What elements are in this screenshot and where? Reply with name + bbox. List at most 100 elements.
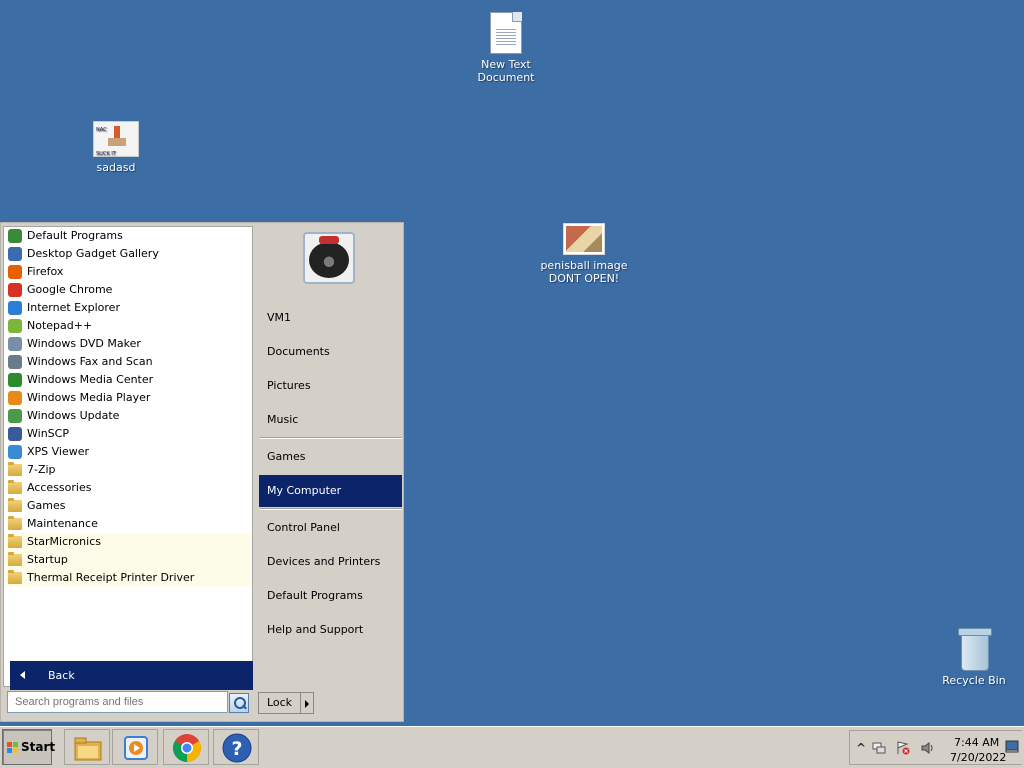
- program-label: XPS Viewer: [27, 445, 90, 458]
- program-item-desktop-gadget-gallery[interactable]: Desktop Gadget Gallery: [4, 245, 252, 263]
- start-menu-item-control-panel[interactable]: Control Panel: [259, 512, 402, 544]
- program-item-windows-update[interactable]: Windows Update: [4, 407, 252, 425]
- program-item-default-programs[interactable]: Default Programs: [4, 227, 252, 245]
- media-player-icon: [8, 391, 22, 405]
- start-menu-item-pictures[interactable]: Pictures: [259, 370, 402, 402]
- thumbnail-text-bottom: SUCK IT: [96, 151, 116, 157]
- program-item-google-chrome[interactable]: Google Chrome: [4, 281, 252, 299]
- program-label: Games: [27, 499, 66, 512]
- taskbar-chrome-button[interactable]: [163, 729, 209, 765]
- desktop-icon-penisball-image[interactable]: penisball image DONT OPEN!: [536, 223, 632, 285]
- start-menu-item-vm1[interactable]: VM1: [259, 302, 402, 334]
- desktop-icon-recycle-bin[interactable]: Recycle Bin: [926, 626, 1022, 687]
- start-menu-item-music[interactable]: Music: [259, 404, 402, 436]
- program-label: StarMicronics: [27, 535, 101, 548]
- action-center-icon[interactable]: [896, 741, 910, 755]
- chrome-icon: [173, 734, 201, 762]
- start-button[interactable]: Start: [2, 729, 56, 765]
- program-item-windows-media-center[interactable]: Windows Media Center: [4, 371, 252, 389]
- start-label: Start: [21, 740, 56, 754]
- image-thumbnail-icon: NAC SUCK IT: [93, 121, 139, 157]
- xps-viewer-icon: [8, 445, 22, 459]
- start-menu-item-documents[interactable]: Documents: [259, 336, 402, 368]
- program-label: Notepad++: [27, 319, 93, 332]
- program-label: Accessories: [27, 481, 92, 494]
- search-button[interactable]: [229, 693, 249, 713]
- program-label: Thermal Receipt Printer Driver: [27, 571, 195, 584]
- folder-icon: [8, 552, 22, 566]
- places-pane: VM1 Documents Pictures Music Games My Compute…: [256, 223, 403, 687]
- user-picture[interactable]: [303, 232, 355, 284]
- program-label: Default Programs: [27, 229, 123, 242]
- dvd-maker-icon: [8, 337, 22, 351]
- desktop-icon-label: New Text Document: [477, 58, 535, 84]
- program-label: Windows Media Center: [27, 373, 154, 386]
- program-item-7-zip[interactable]: 7-Zip: [4, 461, 252, 479]
- program-item-startup[interactable]: Startup: [4, 551, 252, 569]
- taskbar: Start ? ^ 7:44 AM 7/20/2022: [0, 726, 1024, 768]
- program-item-accessories[interactable]: Accessories: [4, 479, 252, 497]
- desktop-icon-label: Recycle Bin: [942, 674, 1006, 687]
- chrome-icon: [8, 283, 22, 297]
- clock-time[interactable]: 7:44 AM: [954, 736, 999, 749]
- search-input[interactable]: [7, 691, 228, 713]
- program-label: 7-Zip: [27, 463, 56, 476]
- program-label: Firefox: [27, 265, 64, 278]
- system-tray: ^ 7:44 AM 7/20/2022: [849, 730, 1022, 765]
- recycle-bin-icon: [958, 626, 992, 671]
- program-item-windows-media-player[interactable]: Windows Media Player: [4, 389, 252, 407]
- start-menu-item-games[interactable]: Games: [259, 441, 402, 473]
- taskbar-explorer-button[interactable]: [64, 729, 110, 765]
- program-label: Desktop Gadget Gallery: [27, 247, 159, 260]
- lock-button[interactable]: Lock: [258, 692, 301, 714]
- desktop-icon-new-text-document[interactable]: New Text Document: [458, 12, 554, 84]
- taskbar-media-player-button[interactable]: [112, 729, 158, 765]
- explorer-icon: [74, 737, 102, 761]
- folder-icon: [8, 480, 22, 494]
- record-player-icon: [309, 242, 349, 278]
- programs-pane: Default Programs Desktop Gadget Gallery Fi…: [3, 226, 253, 690]
- menu-separator: [260, 437, 402, 439]
- program-item-winscp[interactable]: WinSCP: [4, 425, 252, 443]
- svg-text:?: ?: [231, 738, 242, 760]
- program-label: Windows Fax and Scan: [27, 355, 153, 368]
- notepad-plus-plus-icon: [8, 319, 22, 333]
- windows-update-icon: [8, 409, 22, 423]
- windows-flag-icon: [7, 742, 19, 754]
- power-options-arrow[interactable]: [301, 692, 314, 714]
- desktop-icon-sadasd[interactable]: NAC SUCK IT sadasd: [68, 121, 164, 174]
- program-item-windows-fax-and-scan[interactable]: Windows Fax and Scan: [4, 353, 252, 371]
- program-item-windows-dvd-maker[interactable]: Windows DVD Maker: [4, 335, 252, 353]
- internet-explorer-icon: [8, 301, 22, 315]
- program-item-games[interactable]: Games: [4, 497, 252, 515]
- folder-icon: [8, 534, 22, 548]
- show-hidden-icons-chevron-icon[interactable]: ^: [854, 741, 868, 755]
- back-button[interactable]: Back: [10, 661, 253, 690]
- program-item-internet-explorer[interactable]: Internet Explorer: [4, 299, 252, 317]
- desktop-icon-label: sadasd: [96, 161, 136, 174]
- program-label: Windows Media Player: [27, 391, 151, 404]
- network-icon[interactable]: [872, 741, 886, 755]
- start-menu-item-help-and-support[interactable]: Help and Support: [259, 614, 402, 646]
- program-item-maintenance[interactable]: Maintenance: [4, 515, 252, 533]
- program-item-starmicronics[interactable]: StarMicronics: [4, 533, 252, 551]
- desktop-icon-label: penisball image DONT OPEN!: [540, 259, 628, 285]
- firefox-icon: [8, 265, 22, 279]
- volume-icon[interactable]: [921, 741, 935, 755]
- program-item-firefox[interactable]: Firefox: [4, 263, 252, 281]
- clock-date[interactable]: 7/20/2022: [950, 751, 1006, 764]
- media-center-icon: [8, 373, 22, 387]
- program-item-xps-viewer[interactable]: XPS Viewer: [4, 443, 252, 461]
- text-document-icon: [490, 12, 522, 54]
- program-label: Google Chrome: [27, 283, 113, 296]
- start-menu-item-devices-and-printers[interactable]: Devices and Printers: [259, 546, 402, 578]
- show-desktop-icon[interactable]: [1005, 739, 1019, 753]
- program-item-notepad[interactable]: Notepad++: [4, 317, 252, 335]
- start-menu-item-my-computer[interactable]: My Computer: [259, 475, 402, 507]
- default-programs-icon: [8, 229, 22, 243]
- program-label: Maintenance: [27, 517, 98, 530]
- program-item-thermal-receipt-printer-driver[interactable]: Thermal Receipt Printer Driver: [4, 569, 252, 587]
- start-menu-item-default-programs[interactable]: Default Programs: [259, 580, 402, 612]
- help-icon: ?: [222, 733, 252, 763]
- taskbar-help-button[interactable]: ?: [213, 729, 259, 765]
